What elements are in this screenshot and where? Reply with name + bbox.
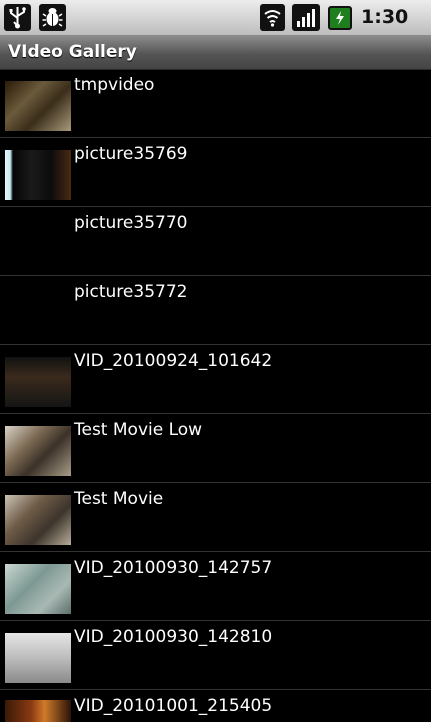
video-title: VID_20100930_142810 [74, 627, 273, 647]
video-list-item[interactable]: picture35772 [0, 277, 431, 345]
video-title: picture35772 [74, 282, 188, 302]
status-bar: 1:30 PM [0, 0, 431, 48]
video-thumbnail [5, 633, 71, 683]
app-title: VIdeo Gallery [8, 42, 137, 62]
video-list-item[interactable]: VID_20100930_142810 [0, 622, 431, 690]
video-title: picture35770 [74, 213, 188, 233]
video-thumbnail [5, 81, 71, 131]
video-list[interactable]: tmpvideo picture35769 picture35770 pictu… [0, 70, 431, 722]
video-title: Test Movie [74, 489, 164, 509]
video-list-item[interactable]: picture35770 [0, 208, 431, 276]
video-title: tmpvideo [74, 75, 155, 95]
video-thumbnail [5, 564, 71, 614]
video-list-item[interactable]: VID_20101001_215405 [0, 691, 431, 722]
status-time: 1:30 [361, 6, 409, 28]
video-thumbnail [5, 495, 71, 545]
video-list-item[interactable]: Test Movie Low [0, 415, 431, 483]
video-list-item[interactable]: VID_20100924_101642 [0, 346, 431, 414]
signal-icon [292, 4, 320, 31]
video-title: VID_20100924_101642 [74, 351, 273, 371]
wifi-icon [260, 4, 285, 31]
battery-charging-icon [328, 6, 352, 30]
usb-icon [4, 4, 31, 31]
video-list-item[interactable]: tmpvideo [0, 70, 431, 138]
video-thumbnail [5, 219, 71, 269]
video-thumbnail [5, 426, 71, 476]
video-thumbnail [5, 357, 71, 407]
debug-bug-icon [39, 4, 66, 31]
video-thumbnail [5, 150, 71, 200]
app-title-bar: VIdeo Gallery [0, 36, 431, 70]
video-title: Test Movie Low [74, 420, 203, 440]
video-title: VID_20101001_215405 [74, 696, 273, 716]
video-title: VID_20100930_142757 [74, 558, 273, 578]
video-list-item[interactable]: picture35769 [0, 139, 431, 207]
video-title: picture35769 [74, 144, 188, 164]
video-thumbnail [5, 700, 71, 722]
video-list-item[interactable]: Test Movie [0, 484, 431, 552]
video-list-item[interactable]: VID_20100930_142757 [0, 553, 431, 621]
video-thumbnail [5, 288, 71, 338]
